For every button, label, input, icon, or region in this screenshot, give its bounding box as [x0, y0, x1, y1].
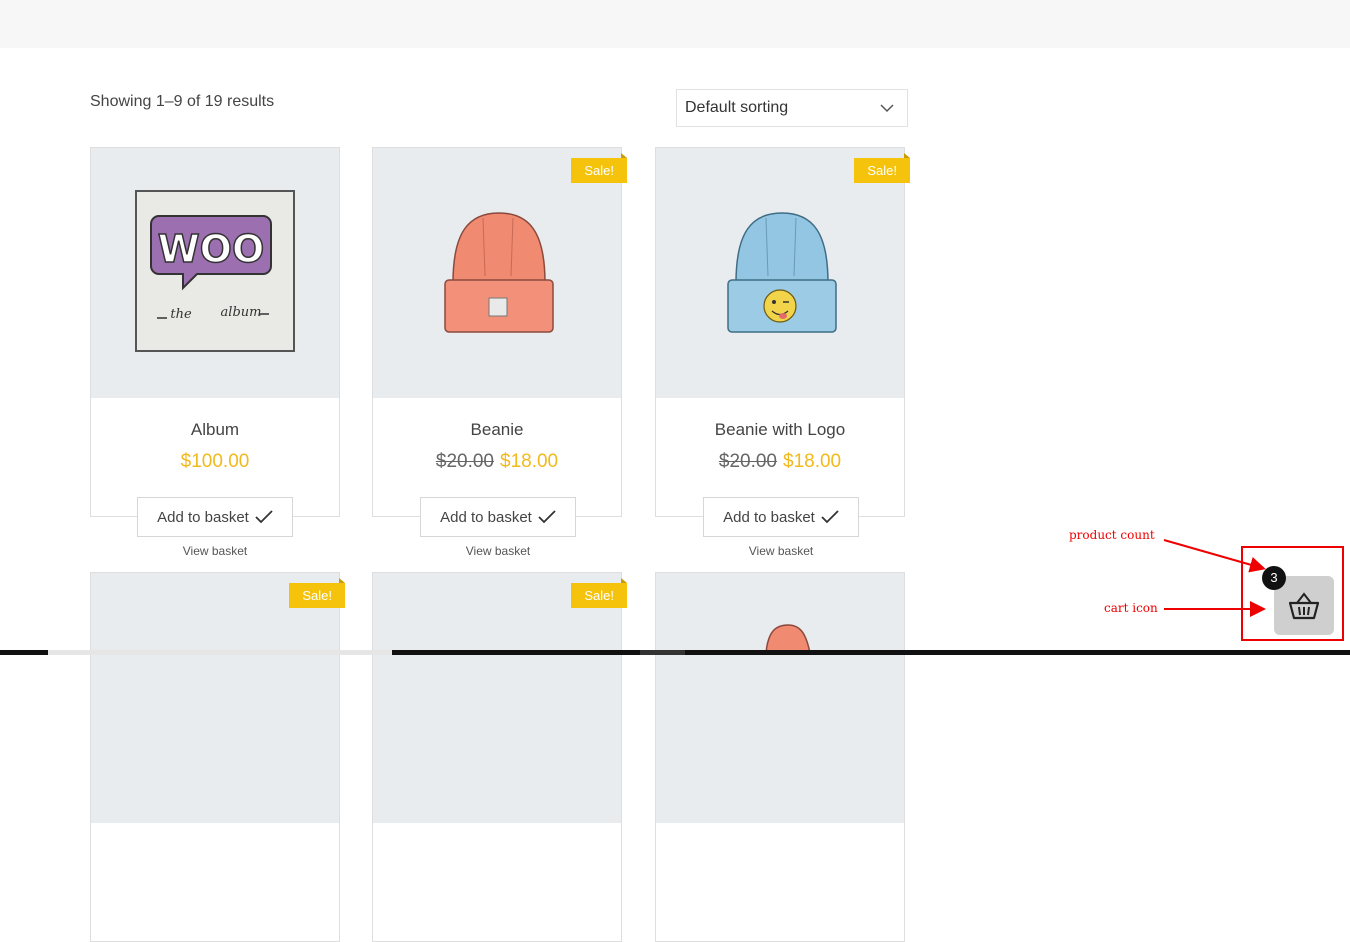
- product-current-price: $100.00: [180, 451, 250, 472]
- product-price: $20.00 $18.00: [656, 451, 904, 473]
- basket-icon: [1288, 591, 1320, 619]
- sale-badge: Sale!: [289, 578, 345, 608]
- sale-badge: Sale!: [571, 153, 627, 183]
- album-art-sub-right: album: [221, 305, 262, 320]
- album-art-sub-left: the: [170, 307, 192, 322]
- annotation-product-count: product count: [1069, 528, 1155, 542]
- bottom-bar: [0, 650, 1350, 655]
- product-old-price: $20.00: [718, 451, 777, 472]
- product-card[interactable]: Sale!: [90, 572, 345, 942]
- sorting-select[interactable]: Default sorting: [676, 89, 908, 127]
- product-title[interactable]: Beanie with Logo: [656, 420, 904, 440]
- beanie-logo-icon: [727, 212, 837, 333]
- album-icon: WOO the album: [135, 190, 295, 352]
- cart-count-badge: 3: [1262, 566, 1286, 590]
- view-basket-link[interactable]: View basket: [373, 544, 623, 558]
- product-card[interactable]: Sale!: [372, 572, 627, 942]
- product-price: $20.00 $18.00: [373, 451, 621, 473]
- sorting-selected-label: Default sorting: [685, 99, 789, 116]
- product-title[interactable]: Beanie: [373, 420, 621, 440]
- add-to-basket-label: Add to basket: [440, 508, 532, 526]
- view-basket-link[interactable]: View basket: [90, 544, 340, 558]
- chevron-down-icon: [880, 104, 894, 113]
- product-old-price: $20.00: [435, 451, 494, 472]
- product-card-beanie-with-logo[interactable]: Sale! Beanie with Logo $20.00 $18.00: [655, 147, 910, 517]
- product-image[interactable]: [656, 573, 904, 823]
- add-to-basket-button[interactable]: Add to basket: [137, 497, 293, 537]
- result-count: Showing 1–9 of 19 results: [90, 93, 275, 110]
- product-price: $100.00: [91, 451, 339, 473]
- product-current-price: $18.00: [500, 451, 559, 472]
- add-to-basket-button[interactable]: Add to basket: [420, 497, 576, 537]
- add-to-basket-label: Add to basket: [157, 508, 249, 526]
- product-card-album[interactable]: WOO the album Album $100.00: [90, 147, 340, 517]
- product-image-album[interactable]: WOO the album: [91, 148, 339, 398]
- product-image[interactable]: [373, 573, 621, 823]
- cap-icon: [765, 624, 811, 654]
- album-art-text: WOO: [158, 227, 265, 271]
- checkmark-icon: [821, 510, 839, 524]
- product-current-price: $18.00: [783, 451, 842, 472]
- add-to-basket-label: Add to basket: [723, 508, 815, 526]
- add-to-basket-button[interactable]: Add to basket: [703, 497, 859, 537]
- beanie-icon: [444, 212, 554, 333]
- sale-badge: Sale!: [854, 153, 910, 183]
- product-image[interactable]: [91, 573, 339, 823]
- top-band: [0, 0, 1350, 48]
- product-card[interactable]: [655, 572, 905, 942]
- annotation-cart-icon: cart icon: [1104, 601, 1158, 615]
- checkmark-icon: [255, 510, 273, 524]
- product-title[interactable]: Album: [91, 420, 339, 440]
- product-image-beanie[interactable]: [373, 148, 621, 398]
- sale-badge: Sale!: [571, 578, 627, 608]
- checkmark-icon: [538, 510, 556, 524]
- product-image-beanie-with-logo[interactable]: [656, 148, 904, 398]
- view-basket-link[interactable]: View basket: [656, 544, 906, 558]
- product-card-beanie[interactable]: Sale! Beanie $20.00 $18.00: [372, 147, 627, 517]
